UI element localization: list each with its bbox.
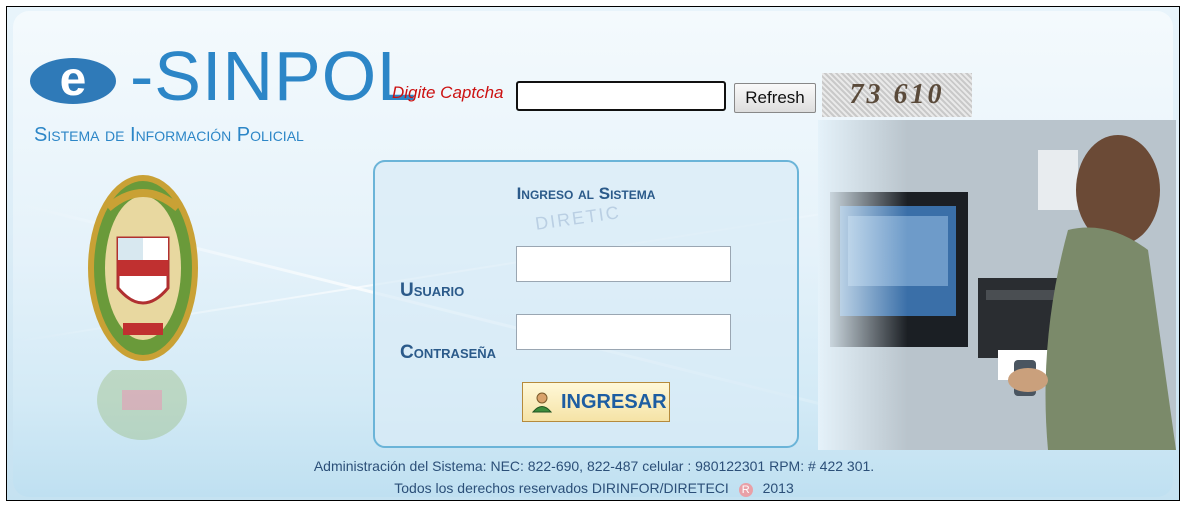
- police-crest-emblem: [88, 175, 198, 361]
- registered-icon: R: [738, 483, 753, 497]
- footer-rights-text: Todos los derechos reservados DIRINFOR/D…: [394, 480, 729, 496]
- user-icon: [531, 392, 553, 413]
- login-title: Ingreso al Sistema: [516, 184, 656, 203]
- captcha-image: 73 610: [822, 73, 972, 117]
- login-panel: Ingreso al Sistema DIRETIC Usuario Contr…: [373, 160, 799, 448]
- watermark: DIRETIC: [533, 202, 622, 234]
- ingresar-button[interactable]: INGRESAR: [522, 382, 670, 422]
- captcha-input[interactable]: [516, 81, 726, 111]
- footer-year: 2013: [762, 480, 794, 496]
- ingresar-button-label: INGRESAR: [561, 391, 667, 413]
- captcha-label: Digite Captcha: [392, 83, 504, 102]
- password-label: Contraseña: [400, 342, 497, 363]
- refresh-captcha-button[interactable]: Refresh: [734, 83, 816, 113]
- logo-subtitle: Sistema de Información Policial: [34, 124, 304, 146]
- footer-admin-line: Administración del Sistema: NEC: 822-690…: [313, 458, 875, 474]
- usuario-label: Usuario: [400, 280, 465, 301]
- footer-copyright-line: Todos los derechos reservados DIRINFOR/D…: [0, 480, 1188, 497]
- logo-mark: e: [30, 56, 116, 104]
- password-input[interactable]: [516, 314, 731, 350]
- crest-reflection: [97, 370, 187, 440]
- usuario-input[interactable]: [516, 246, 731, 282]
- officer-photo: [818, 120, 1176, 450]
- logo-title: -SINPOL: [130, 37, 418, 115]
